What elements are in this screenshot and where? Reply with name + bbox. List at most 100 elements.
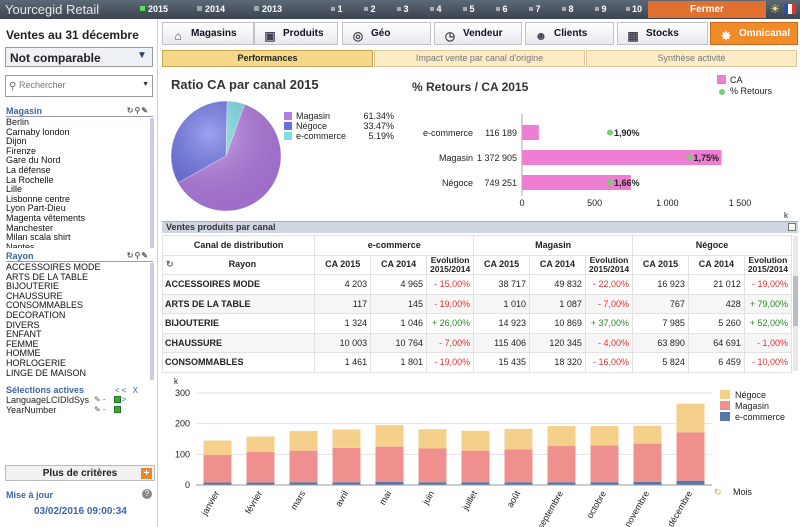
tab-produits[interactable]: ▣ Produits	[254, 22, 338, 45]
cycle-icon[interactable]: ↻	[714, 487, 722, 497]
monthly-bar-négoce[interactable]	[547, 426, 576, 447]
lightbulb-icon[interactable]: ☀	[768, 2, 782, 17]
year-button-2013[interactable]: 2013	[254, 4, 282, 14]
returns-pct-marker[interactable]	[686, 154, 693, 161]
table-col-head[interactable]: CA 2015	[473, 254, 531, 275]
pie-legend-item[interactable]: Négoce 33.47%	[284, 121, 399, 131]
monthly-bar-magasin[interactable]	[547, 446, 576, 483]
monthly-bar-magasin[interactable]	[676, 432, 705, 481]
monthly-legend-swatch[interactable]	[720, 390, 730, 399]
month-button-10[interactable]: 10	[625, 4, 643, 14]
subtab-1[interactable]: Performances	[162, 50, 373, 67]
tab-magasins[interactable]: ⌂ Magasins	[162, 22, 254, 45]
list-tools-icons[interactable]: ↻⚲✎	[127, 106, 149, 115]
table-col-head[interactable]: Evolution 2015/2014	[584, 254, 634, 275]
table-col-head[interactable]: CA 2014	[687, 254, 745, 275]
tab-géo[interactable]: ◎ Géo	[342, 22, 431, 45]
monthly-bar-magasin[interactable]	[289, 450, 318, 483]
monthly-bar-magasin[interactable]	[375, 446, 404, 482]
tab-label: Produits	[283, 28, 324, 39]
monthly-bar-négoce[interactable]	[676, 403, 705, 433]
month-button-5[interactable]: 5	[460, 4, 478, 14]
monthly-bar-magasin[interactable]	[203, 454, 232, 483]
subtab-2[interactable]: Impact vente par canal d'origine	[374, 50, 585, 67]
monthly-bar-négoce[interactable]	[289, 431, 318, 451]
magasin-item[interactable]: Carnaby london	[6, 127, 148, 138]
table-col-head[interactable]: CA 2014	[529, 254, 586, 275]
table-col-head[interactable]: CA 2014	[370, 254, 427, 275]
monthly-bar-e-commerce[interactable]	[676, 480, 705, 485]
more-criteria-button[interactable]: Plus de critères +	[5, 465, 155, 481]
year-button-2014[interactable]: 2014	[197, 4, 225, 14]
refresh-icon[interactable]: ↻	[166, 260, 174, 269]
monthly-bar-magasin[interactable]	[590, 445, 619, 483]
table-row[interactable]: CONSOMMABLES 1 461 1 801- 19,00% 15 435 18 3…	[161, 352, 793, 373]
table-col-head[interactable]: Evolution 2015/2014	[743, 254, 793, 275]
edit-icon[interactable]: ✎ -	[94, 405, 106, 414]
monthly-bar-négoce[interactable]	[246, 436, 275, 452]
rayon-scrollbar[interactable]	[150, 263, 154, 380]
help-icon[interactable]: ?	[142, 489, 152, 499]
monthly-bar-magasin[interactable]	[332, 447, 361, 483]
returns-legend-ca[interactable]: CA	[717, 75, 743, 85]
monthly-bar-magasin[interactable]	[246, 451, 275, 483]
month-button-8[interactable]: 8	[559, 4, 577, 14]
monthly-bar-magasin[interactable]	[504, 449, 533, 483]
subtab-3[interactable]: Synthèse activité	[586, 50, 797, 67]
year-button-2015[interactable]: 2015	[140, 4, 168, 14]
monthly-legend-swatch[interactable]	[720, 412, 730, 421]
month-button-4[interactable]: 4	[427, 4, 445, 14]
list-tools-icons[interactable]: ↻⚲✎	[127, 251, 149, 260]
active-selection-item[interactable]: YearNumber ✎ -	[6, 405, 154, 415]
table-row[interactable]: CHAUSSURE 10 003 10 764- 7,00% 115 406 120 3…	[161, 332, 793, 353]
monthly-bar-négoce[interactable]	[203, 440, 232, 455]
returns-legend-pct[interactable]: % Retours	[717, 86, 772, 96]
monthly-bar-négoce[interactable]	[461, 430, 490, 451]
close-button[interactable]: Fermer	[648, 1, 766, 18]
table-col-head[interactable]: Evolution 2015/2014	[425, 254, 475, 275]
returns-bar-e-commerce[interactable]	[522, 125, 539, 140]
magasin-item[interactable]: Nantes	[6, 242, 148, 248]
table-row[interactable]: ARTS DE LA TABLE 117 145- 19,00% 1 010 1 087…	[161, 293, 793, 314]
magasin-scrollbar[interactable]	[150, 118, 154, 248]
table-row[interactable]: ACCESSOIRES MODE 4 203 4 965- 15,00% 38 717…	[161, 274, 793, 295]
table-col-head[interactable]: CA 2015	[314, 254, 372, 275]
table-col-head[interactable]: CA 2015	[632, 254, 689, 275]
month-button-1[interactable]: 1	[328, 4, 346, 14]
returns-pct-marker[interactable]	[607, 179, 613, 186]
edit-icon[interactable]: ✎ -	[94, 395, 106, 404]
monthly-bar-magasin[interactable]	[461, 450, 490, 483]
month-button-9[interactable]: 9	[592, 4, 610, 14]
magasin-item[interactable]: La Rochelle	[6, 175, 148, 186]
pie-legend-item[interactable]: Magasin 61.34%	[284, 111, 399, 121]
chevron-down-icon[interactable]: ▼	[134, 50, 150, 64]
monthly-bar-négoce[interactable]	[418, 429, 447, 449]
search-input[interactable]	[19, 80, 129, 90]
table-row[interactable]: BIJOUTERIE 1 324 1 046 + 26,00% 14 923 10 869…	[161, 313, 793, 334]
monthly-bar-magasin[interactable]	[633, 443, 662, 482]
monthly-bar-magasin[interactable]	[418, 448, 447, 483]
monthly-bar-négoce[interactable]	[332, 429, 361, 448]
maximize-icon[interactable]	[788, 223, 796, 231]
month-button-2[interactable]: 2	[361, 4, 379, 14]
month-button-6[interactable]: 6	[493, 4, 511, 14]
monthly-bar-négoce[interactable]	[375, 425, 404, 447]
monthly-legend-swatch[interactable]	[720, 401, 730, 410]
tab-vendeur[interactable]: ◷ Vendeur	[434, 22, 522, 45]
tab-stocks[interactable]: ▦ Stocks	[617, 22, 708, 45]
monthly-bar-négoce[interactable]	[633, 425, 662, 444]
monthly-bar-négoce[interactable]	[590, 426, 619, 446]
french-flag-icon[interactable]	[784, 4, 796, 14]
comparison-select[interactable]: Not comparable ▼	[5, 47, 153, 67]
pie-legend-item[interactable]: e-commerce 5.19%	[284, 131, 399, 141]
tab-omnicanal[interactable]: ✸ Omnicanal	[710, 22, 798, 45]
rayon-item[interactable]: LINGE DE MAISON	[6, 368, 148, 379]
tab-clients[interactable]: ☻ Clients	[525, 22, 614, 45]
active-selection-item[interactable]: LanguageLCIDIdSys ✎ -	[6, 395, 154, 405]
month-button-7[interactable]: 7	[526, 4, 544, 14]
table-scrollbar[interactable]	[793, 236, 798, 371]
month-button-3[interactable]: 3	[394, 4, 412, 14]
dropdown-arrow-icon[interactable]: ▼	[142, 81, 149, 88]
returns-pct-marker[interactable]	[607, 129, 613, 136]
monthly-bar-négoce[interactable]	[504, 428, 533, 450]
